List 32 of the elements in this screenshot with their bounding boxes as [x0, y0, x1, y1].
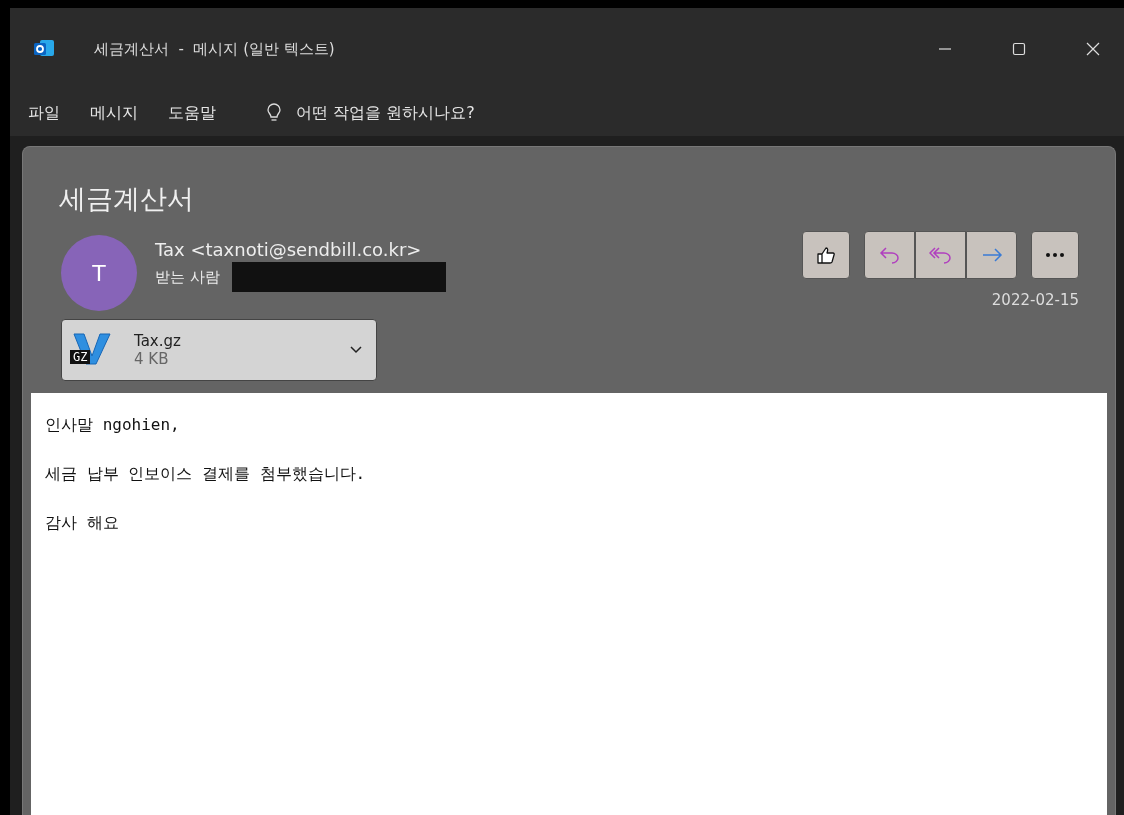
- reply-all-icon: [928, 246, 953, 264]
- outlook-icon: [34, 40, 54, 58]
- body-text: 감사 해요: [45, 513, 120, 534]
- close-icon[interactable]: [1086, 42, 1100, 56]
- like-button[interactable]: [802, 231, 850, 279]
- menu-item[interactable]: 도움말: [168, 102, 216, 124]
- menu-item[interactable]: 메시지: [90, 102, 138, 124]
- sender: Tax <taxnoti@sendbill.co.kr>: [155, 239, 423, 260]
- thumbs-up-icon: [816, 246, 836, 264]
- tell-me-field[interactable]: 어떤 작업을 원하시나요?: [296, 102, 475, 124]
- chevron-down-icon[interactable]: [350, 346, 362, 354]
- forward-icon: [980, 246, 1003, 264]
- attachment-card[interactable]: GZ Tax.gz 4 KB: [61, 319, 377, 381]
- body-text: 인사말 ngohien,: [45, 415, 181, 436]
- message-subject: 세금계산서: [58, 182, 195, 216]
- reply-icon: [878, 246, 901, 264]
- attachment-name: Tax.gz: [134, 332, 182, 350]
- file-type-badge: GZ: [70, 350, 91, 364]
- body-text: 세금 납부 인보이스 결제를 첨부했습니다.: [45, 464, 367, 485]
- attachment-size: 4 KB: [134, 350, 170, 368]
- recipient-label: 받는 사람: [155, 267, 220, 287]
- avatar: T: [61, 235, 137, 311]
- more-button[interactable]: [1031, 231, 1079, 279]
- message-date: 2022-02-15: [991, 291, 1079, 309]
- more-icon: [1045, 252, 1065, 258]
- lightbulb-icon: [266, 103, 282, 123]
- reply-button[interactable]: [864, 231, 915, 279]
- forward-button[interactable]: [966, 231, 1017, 279]
- reply-all-button[interactable]: [915, 231, 966, 279]
- menu-item[interactable]: 파일: [28, 102, 60, 124]
- window-title: 세금계산서 - 메시지 (일반 텍스트): [94, 39, 335, 59]
- maximize-icon[interactable]: [1012, 42, 1026, 56]
